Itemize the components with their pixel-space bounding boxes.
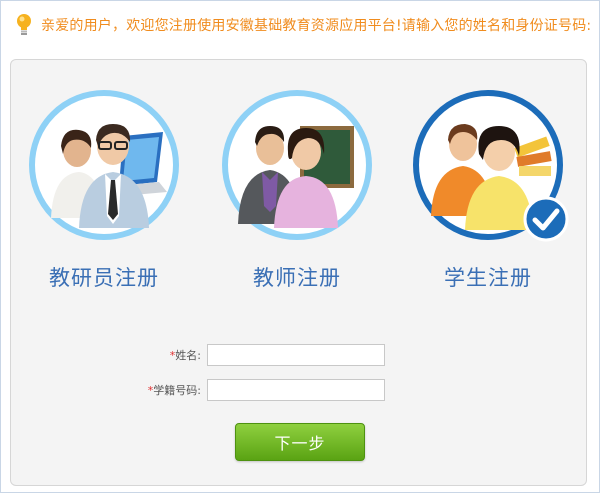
notice-text: 亲爱的用户，欢迎您注册使用安徽基础教育资源应用平台!请输入您的姓名和身份证号码: bbox=[41, 18, 592, 34]
role-student-label: 学生注册 bbox=[444, 266, 532, 290]
name-input[interactable] bbox=[207, 344, 385, 366]
student-id-label-text: 学籍号码: bbox=[153, 384, 201, 397]
role-teacher[interactable]: 教师注册 bbox=[217, 90, 377, 292]
role-researcher[interactable]: 教研员注册 bbox=[24, 90, 184, 292]
registration-window: 亲爱的用户，欢迎您注册使用安徽基础教育资源应用平台!请输入您的姓名和身份证号码: bbox=[0, 0, 600, 493]
student-id-row: *学籍号码: bbox=[91, 379, 385, 401]
registration-panel: 教研员注册 教师注册 学生注册 *姓名: *学籍号码: 下一步 bbox=[10, 59, 587, 486]
name-row: *姓名: bbox=[91, 344, 385, 366]
role-teacher-label: 教师注册 bbox=[253, 266, 341, 290]
next-step-button[interactable]: 下一步 bbox=[235, 423, 365, 461]
student-id-input[interactable] bbox=[207, 379, 385, 401]
lightbulb-icon bbox=[17, 14, 31, 35]
role-teacher-circle[interactable] bbox=[222, 90, 372, 240]
name-label: *姓名: bbox=[91, 347, 201, 363]
student-id-label: *学籍号码: bbox=[91, 382, 201, 398]
name-label-text: 姓名: bbox=[175, 349, 201, 362]
role-researcher-label: 教研员注册 bbox=[49, 266, 159, 290]
welcome-notice: 亲爱的用户，欢迎您注册使用安徽基础教育资源应用平台!请输入您的姓名和身份证号码: bbox=[15, 11, 591, 39]
role-student-circle[interactable] bbox=[413, 90, 569, 242]
researchers-group-icon bbox=[51, 124, 167, 228]
role-researcher-circle[interactable] bbox=[29, 90, 179, 240]
selected-check-icon bbox=[523, 196, 569, 242]
role-student[interactable]: 学生注册 bbox=[408, 90, 569, 292]
teachers-group-icon bbox=[238, 126, 354, 228]
